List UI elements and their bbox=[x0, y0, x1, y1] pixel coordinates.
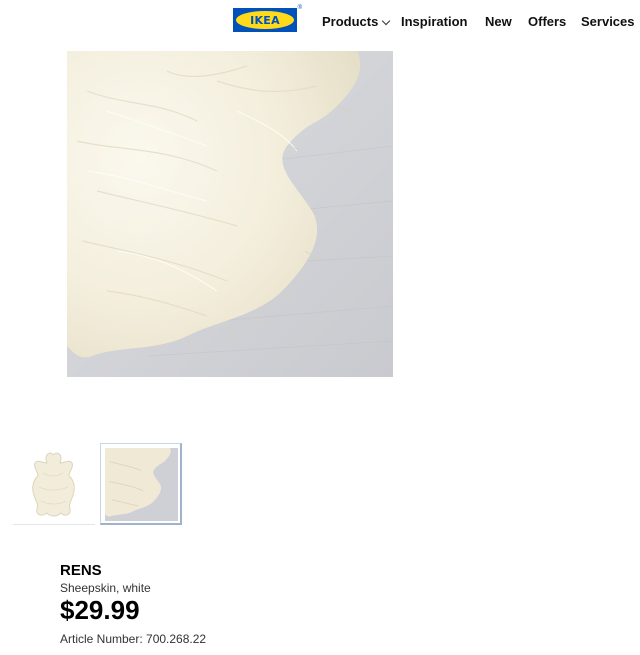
nav-products-label: Products bbox=[322, 14, 379, 29]
main-nav: Products Inspiration New Offers Services bbox=[0, 14, 640, 32]
article-number-line: Article Number: 700.268.22 bbox=[60, 632, 206, 646]
product-price: $29.99 bbox=[60, 595, 140, 625]
registered-mark: ® bbox=[297, 5, 302, 11]
thumbnail-closeup-selected[interactable] bbox=[100, 443, 182, 525]
sheepskin-thumbnail-image bbox=[32, 452, 75, 517]
nav-offers[interactable]: Offers bbox=[528, 14, 566, 29]
thumbnail-full-sheepskin[interactable] bbox=[13, 443, 95, 525]
sheepskin-closeup-image bbox=[67, 51, 393, 377]
nav-inspiration[interactable]: Inspiration bbox=[401, 14, 467, 29]
product-description: Sheepskin, white bbox=[60, 581, 151, 595]
nav-services[interactable]: Services bbox=[581, 14, 635, 29]
nav-products[interactable]: Products bbox=[322, 14, 391, 29]
article-number-label: Article Number: bbox=[60, 632, 143, 646]
closeup-thumbnail-frame bbox=[105, 448, 178, 521]
closeup-thumbnail-image bbox=[105, 448, 178, 521]
nav-new[interactable]: New bbox=[485, 14, 512, 29]
main-product-image[interactable] bbox=[67, 51, 393, 377]
article-number-value: 700.268.22 bbox=[146, 632, 207, 646]
chevron-down-icon bbox=[382, 16, 391, 26]
product-name: RENS bbox=[60, 562, 102, 579]
